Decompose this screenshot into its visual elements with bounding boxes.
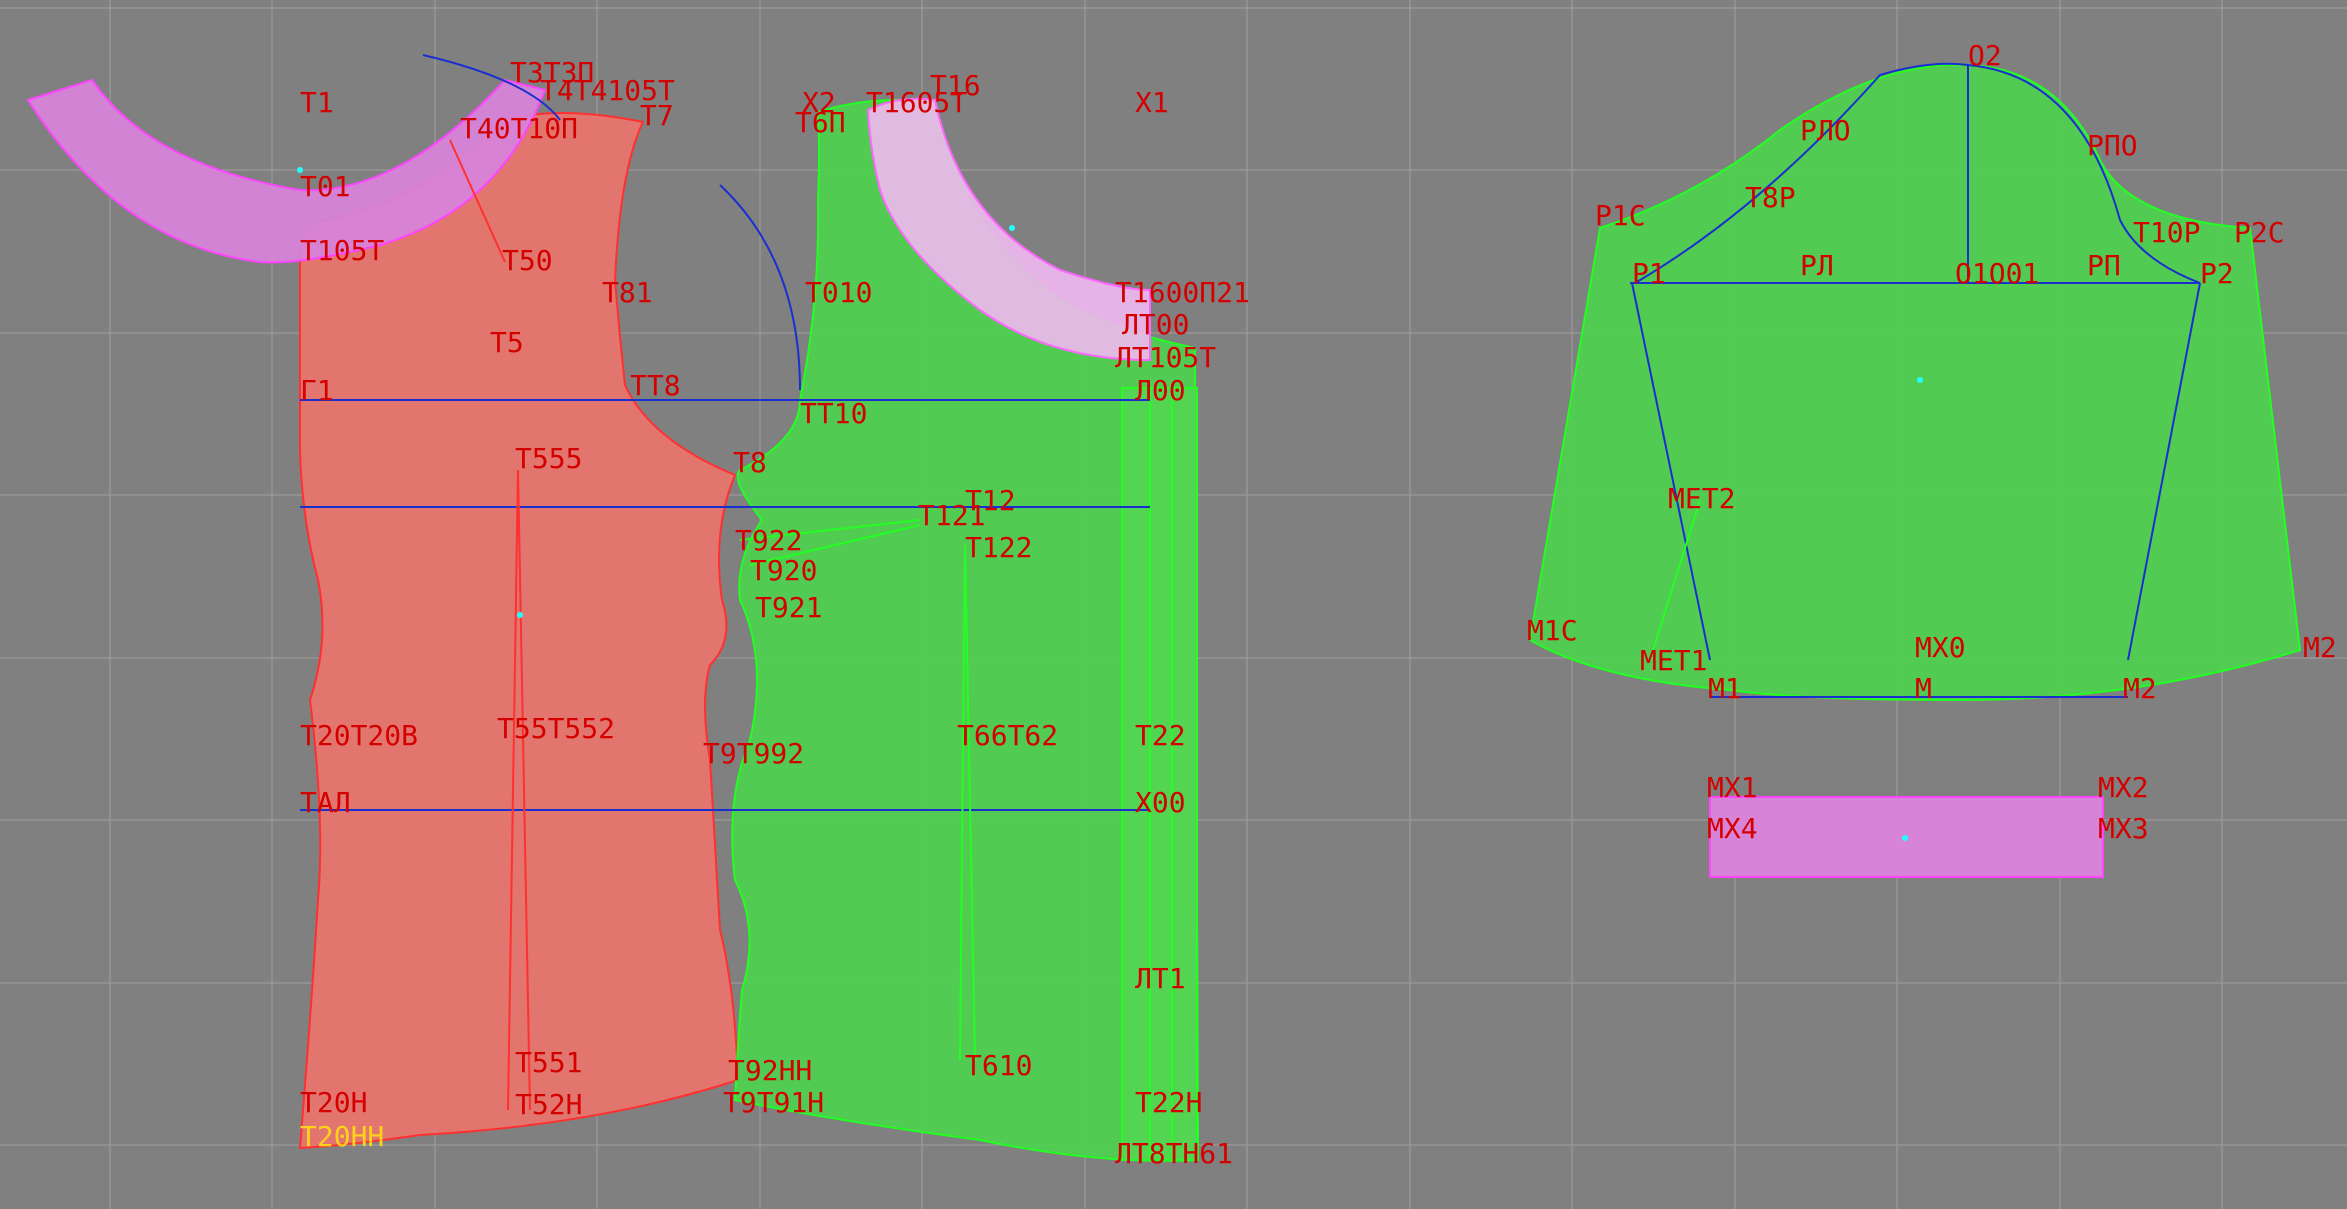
label-t20n: Т20Н — [300, 1086, 367, 1119]
label-r2: Р2 — [2200, 257, 2234, 290]
sleeve-piece[interactable] — [1528, 63, 2302, 702]
label-t121: Т121 — [918, 499, 985, 532]
label-lt1: ЛТ1 — [1135, 962, 1186, 995]
label-lt105t: ЛТ105Т — [1115, 341, 1216, 374]
label-t1: Т1 — [300, 86, 334, 119]
label-t10r: Т10Р — [2133, 216, 2200, 249]
label-mx4: МХ4 — [1707, 812, 1758, 845]
label-t52: Т52Н — [515, 1088, 582, 1121]
label-t22: Т22 — [1135, 719, 1186, 752]
pattern-canvas[interactable]: Т1 Т01 Т105Т Т50 Т5 Г1 ТТ8 Т555 Т8 Т20Т2… — [0, 0, 2347, 1209]
label-t122: Т122 — [965, 531, 1032, 564]
label-r2c: Р2С — [2234, 216, 2285, 249]
label-lt00: ЛТ00 — [1122, 308, 1189, 341]
label-t9-t992: Т9Т992 — [703, 737, 804, 770]
label-t551: Т551 — [515, 1046, 582, 1079]
label-x1: Х1 — [1135, 86, 1169, 119]
label-t55-t552: Т55Т552 — [497, 712, 615, 745]
label-met1: МЕТ1 — [1640, 644, 1707, 677]
label-lt8tn61: ЛТ8ТН61 — [1115, 1137, 1233, 1170]
label-t8r: Т8Р — [1745, 181, 1796, 214]
label-t9-t91n: Т9Т91Н — [723, 1086, 824, 1119]
label-mx3: МХ3 — [2098, 812, 2149, 845]
label-m2: М2 — [2303, 631, 2337, 664]
label-t01: Т01 — [300, 170, 351, 203]
label-rpo: РПО — [2087, 129, 2138, 162]
label-r1: Р1 — [1632, 257, 1666, 290]
label-t50: Т50 — [502, 244, 553, 277]
label-t921: Т921 — [755, 591, 822, 624]
label-o2: О2 — [1968, 39, 2002, 72]
label-m2b: М2 — [2123, 672, 2157, 705]
label-t8: Т8 — [733, 446, 767, 479]
label-t922: Т922 — [735, 524, 802, 557]
label-t920: Т920 — [750, 554, 817, 587]
label-t22n: Т22Н — [1135, 1086, 1202, 1119]
label-met2: МЕТ2 — [1668, 482, 1735, 515]
label-tt8: ТТ8 — [630, 369, 681, 402]
label-t81: Т81 — [602, 276, 653, 309]
label-t5: Т5 — [490, 326, 524, 359]
label-t7: Т7 — [640, 99, 674, 132]
label-tt10: ТТ10 — [800, 397, 867, 430]
label-t92nn: Т92НН — [728, 1054, 812, 1087]
label-x00: Х00 — [1135, 786, 1186, 819]
label-o1-o01: О1О01 — [1955, 257, 2039, 290]
label-l00: Л00 — [1135, 374, 1186, 407]
label-t555: Т555 — [515, 442, 582, 475]
label-m: М — [1915, 672, 1932, 705]
label-t610: Т610 — [965, 1049, 1032, 1082]
label-r1c: Р1С — [1595, 199, 1646, 232]
label-t105t: Т105Т — [300, 234, 384, 267]
label-mx1: МХ1 — [1707, 771, 1758, 804]
label-t40: Т40Т10П — [460, 112, 578, 145]
label-rp: РП — [2087, 249, 2121, 282]
front-placket[interactable] — [1121, 387, 1198, 1161]
label-t20-t20v: Т20Т20В — [300, 719, 418, 752]
label-rlo: РЛО — [1800, 114, 1851, 147]
label-t6-t62: Т66Т62 — [957, 719, 1058, 752]
label-m1c: М1С — [1527, 614, 1578, 647]
label-mx0: МХ0 — [1915, 631, 1966, 664]
label-t1600p21: Т1600П21 — [1115, 276, 1250, 309]
label-mx2: МХ2 — [2098, 771, 2149, 804]
label-m1: М1 — [1708, 672, 1742, 705]
label-t20nn: Т20НН — [300, 1120, 384, 1153]
label-g1: Г1 — [300, 374, 334, 407]
label-t010: Т010 — [805, 276, 872, 309]
label-tal: ТАЛ — [300, 786, 351, 819]
label-rl: РЛ — [1800, 249, 1834, 282]
label-t1605t: Т1605Т — [866, 86, 967, 119]
label-t6p: Т6П — [795, 106, 846, 139]
